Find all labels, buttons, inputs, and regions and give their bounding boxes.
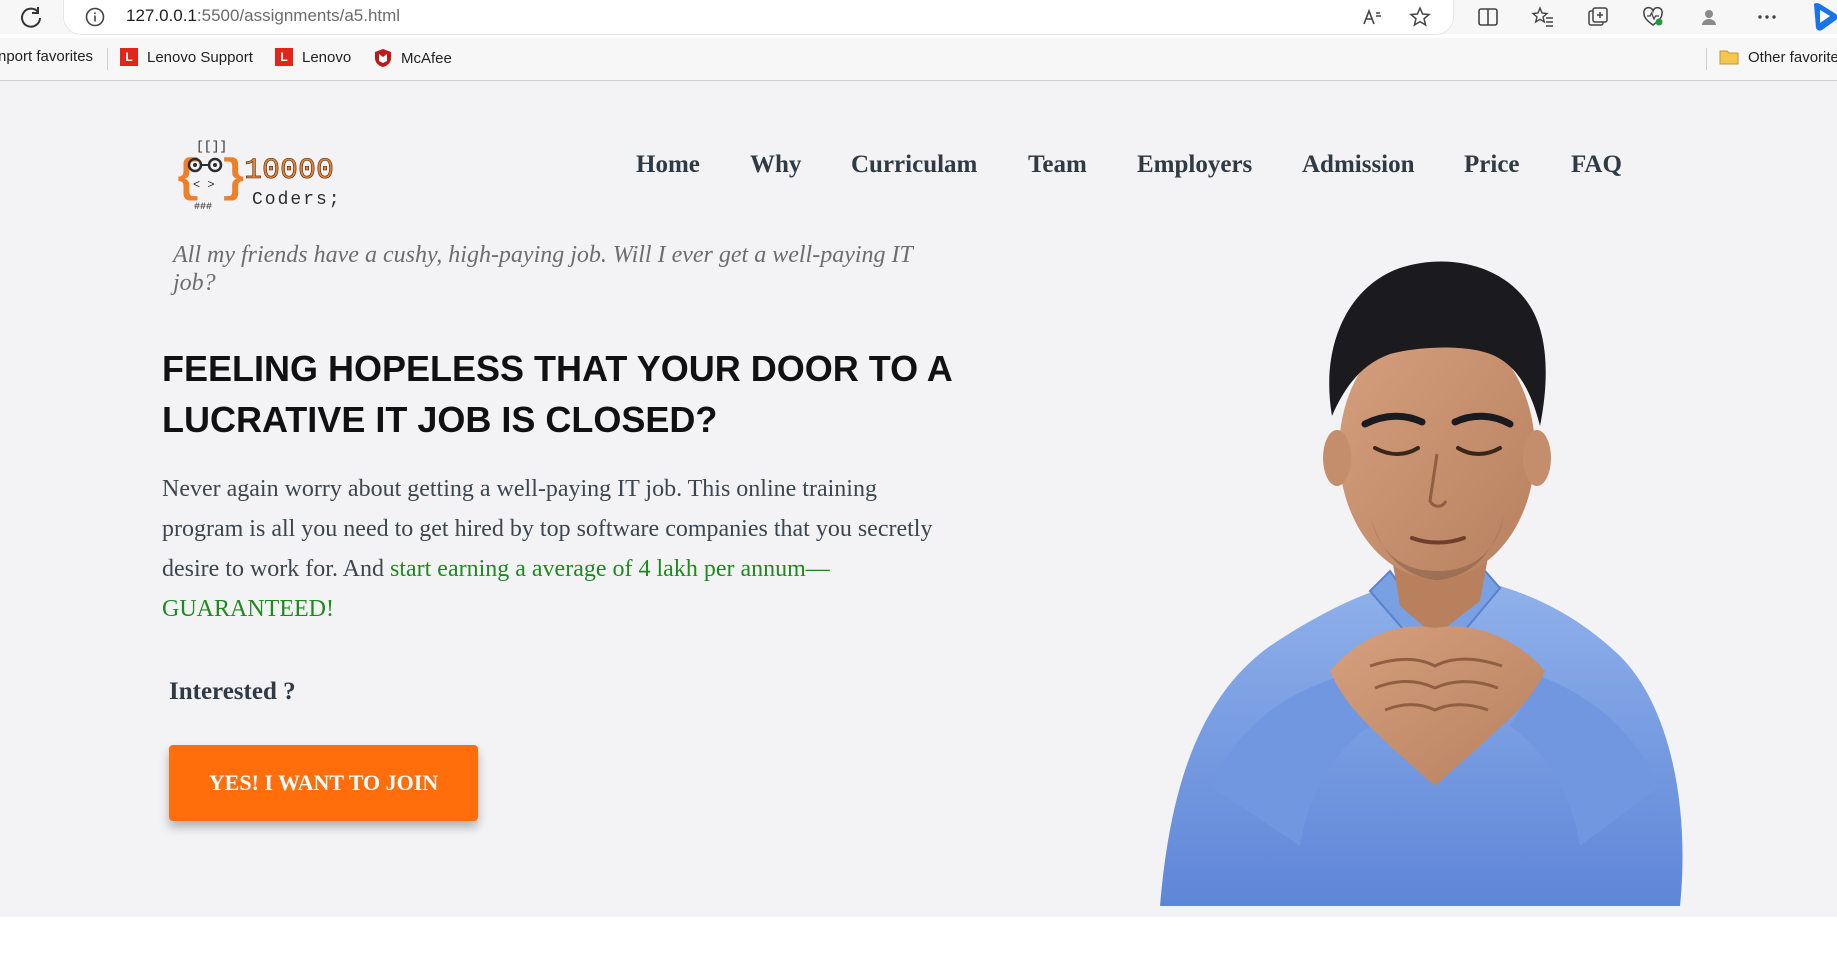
site-logo[interactable]: [[]] { } < > ### 10000 Coders; bbox=[170, 133, 350, 217]
url-text[interactable]: 127.0.0.1:5500/assignments/a5.html bbox=[126, 6, 400, 26]
nav-admission[interactable]: Admission bbox=[1302, 151, 1415, 179]
interested-label: Interested ? bbox=[169, 678, 296, 705]
address-bar[interactable]: 127.0.0.1:5500/assignments/a5.html bbox=[64, 0, 1453, 34]
bookmark-lenovo[interactable]: L Lenovo bbox=[275, 48, 351, 66]
bookmark-separator bbox=[1706, 48, 1707, 70]
svg-text:###: ### bbox=[194, 202, 212, 213]
nav-team[interactable]: Team bbox=[1028, 151, 1087, 179]
nav-why[interactable]: Why bbox=[750, 151, 801, 179]
nav-employers[interactable]: Employers bbox=[1137, 151, 1252, 179]
hero-headline: FEELING HOPELESS THAT YOUR DOOR TO A LUC… bbox=[162, 348, 952, 440]
favorites-icon[interactable] bbox=[1531, 5, 1555, 29]
favorite-star-icon[interactable] bbox=[1408, 5, 1432, 29]
join-button[interactable]: YES! I WANT TO JOIN bbox=[169, 745, 478, 821]
copilot-icon[interactable] bbox=[1808, 0, 1837, 34]
mcafee-shield-icon bbox=[375, 49, 391, 67]
bookmark-import-favorites[interactable]: nport favorites bbox=[0, 48, 93, 65]
svg-text:< >: < > bbox=[193, 178, 215, 192]
reload-icon[interactable] bbox=[18, 4, 44, 30]
bookmark-lenovo-support[interactable]: L Lenovo Support bbox=[120, 48, 253, 66]
read-aloud-icon[interactable] bbox=[1360, 5, 1384, 29]
collections-icon[interactable] bbox=[1586, 5, 1610, 29]
browser-toolbar: 127.0.0.1:5500/assignments/a5.html bbox=[0, 0, 1837, 34]
bookmark-label: Lenovo Support bbox=[147, 48, 253, 66]
split-screen-icon[interactable] bbox=[1476, 5, 1500, 29]
logo-mark-icon: [[]] { } < > ### bbox=[174, 139, 248, 213]
profile-icon[interactable] bbox=[1697, 5, 1721, 29]
logo-number: 10000 bbox=[244, 154, 334, 188]
folder-icon bbox=[1719, 50, 1739, 65]
bookmark-mcafee[interactable]: McAfee bbox=[374, 48, 452, 68]
bookmarks-bar: nport favorites L Lenovo Support L Lenov… bbox=[0, 38, 1837, 81]
hero-tagline: All my friends have a cushy, high-paying… bbox=[173, 242, 913, 296]
hero-image-thoughtful-man bbox=[1160, 261, 1683, 906]
more-options-icon[interactable] bbox=[1755, 5, 1779, 29]
bookmark-label: McAfee bbox=[401, 49, 452, 67]
nav-curriculam[interactable]: Curriculam bbox=[851, 151, 977, 179]
bookmark-label: Lenovo bbox=[302, 48, 352, 66]
landing-page: [[]] { } < > ### 10000 Coders; Home Why … bbox=[0, 81, 1837, 917]
nav-home[interactable]: Home bbox=[636, 151, 700, 179]
bookmark-label: Other favorite bbox=[1748, 48, 1837, 66]
hero-body: Never again worry about getting a well-p… bbox=[162, 469, 942, 629]
browser-essentials-icon[interactable] bbox=[1641, 5, 1665, 29]
nav-faq[interactable]: FAQ bbox=[1571, 151, 1622, 179]
nav-price[interactable]: Price bbox=[1464, 151, 1520, 179]
svg-text:[[]]: [[]] bbox=[196, 139, 227, 154]
lenovo-logo-icon: L bbox=[275, 48, 293, 66]
logo-word: Coders; bbox=[252, 190, 342, 210]
bookmark-other-favorites[interactable]: Other favorite bbox=[1719, 48, 1837, 66]
info-icon[interactable] bbox=[84, 6, 106, 28]
bookmark-separator bbox=[107, 48, 108, 70]
bookmark-label: nport favorites bbox=[0, 48, 94, 65]
lenovo-logo-icon: L bbox=[120, 48, 138, 66]
